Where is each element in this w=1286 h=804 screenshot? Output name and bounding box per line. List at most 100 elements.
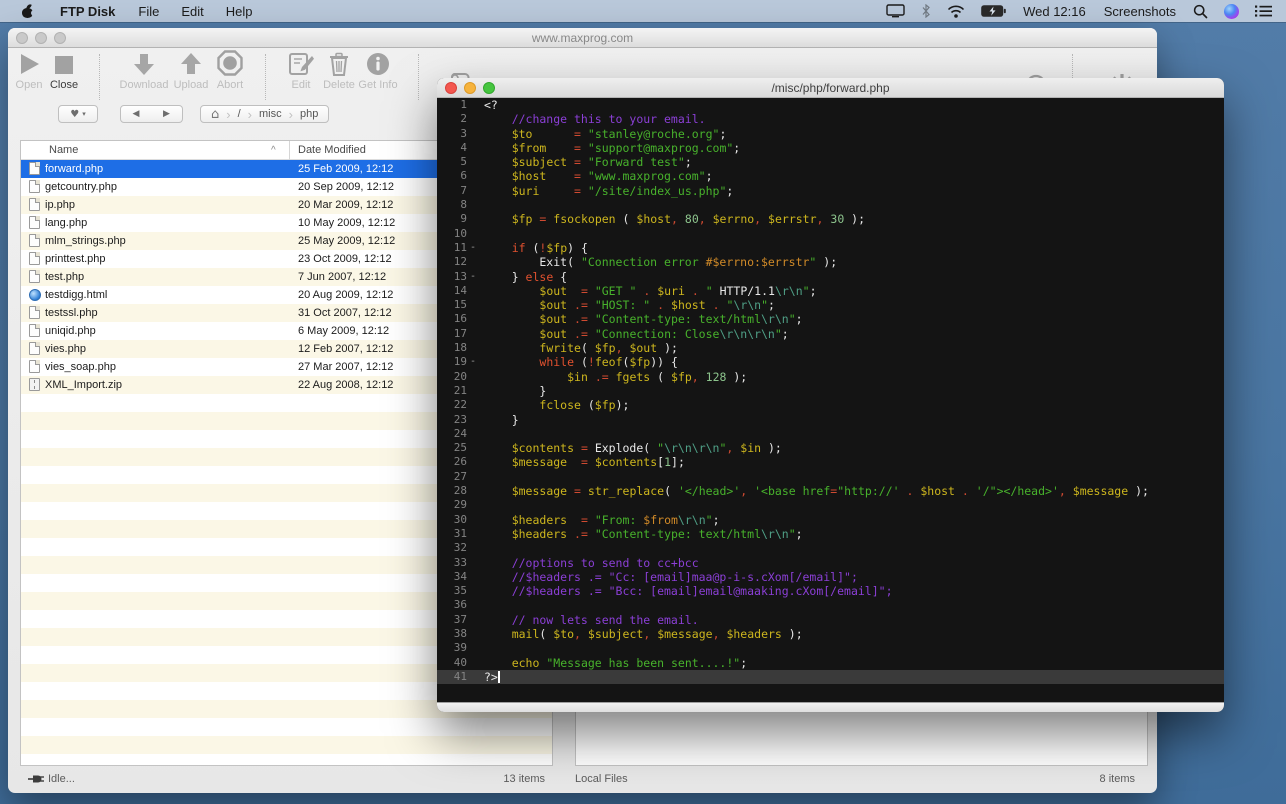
code-line[interactable]: 14 $out = "GET " . $uri . " HTTP/1.1\r\n… [437,284,1224,298]
code-line[interactable]: 10 [437,227,1224,241]
code-line[interactable]: 11- if (!$fp) { [437,241,1224,255]
code-line[interactable]: 36 [437,598,1224,612]
code-line[interactable]: 13- } else { [437,270,1224,284]
code-line[interactable]: 5 $subject = "Forward test"; [437,155,1224,169]
connection-plug-icon [28,774,45,787]
code-line[interactable]: 37 // now lets send the email. [437,613,1224,627]
line-number: 25 [437,441,467,455]
line-number: 2 [437,112,467,126]
line-number: 32 [437,541,467,555]
code-text: $uri = "/site/index_us.php"; [484,184,733,198]
line-number: 1 [437,98,467,112]
code-line[interactable]: 22 fclose ($fp); [437,398,1224,412]
code-line[interactable]: 31 $headers .= "Content-type: text/html\… [437,527,1224,541]
php-file-icon [29,162,40,175]
code-line[interactable]: 38 mail( $to, $subject, $message, $heade… [437,627,1224,641]
code-line[interactable]: 28 $message = str_replace( '</head>', '<… [437,484,1224,498]
breadcrumb-misc[interactable]: misc [259,108,282,120]
code-line[interactable]: 29 [437,498,1224,512]
abort-button[interactable]: Abort [202,48,258,91]
chevron-right-icon: › [219,107,237,122]
code-text: $out .= "Connection: Close\r\n\r\n"; [484,327,789,341]
code-line[interactable]: 7 $uri = "/site/index_us.php"; [437,184,1224,198]
notification-center-icon[interactable] [1247,0,1286,22]
spotlight-search-icon[interactable] [1185,0,1216,22]
favorites-button[interactable]: ♥▾ [58,105,98,123]
code-line[interactable]: 40 echo "Message has been sent....!"; [437,656,1224,670]
code-text: mail( $to, $subject, $message, $headers … [484,627,803,641]
file-date-modified: 27 Mar 2007, 12:12 [298,361,393,373]
code-line[interactable]: 3 $to = "stanley@roche.org"; [437,127,1224,141]
code-line[interactable]: 16 $out .= "Content-type: text/html\r\n"… [437,312,1224,326]
code-line[interactable]: 33 //options to send to cc+bcc [437,556,1224,570]
line-number: 7 [437,184,467,198]
menu-file[interactable]: File [127,4,170,19]
menu-clock[interactable]: Wed 12:16 [1014,4,1095,19]
wifi-icon[interactable] [939,0,973,22]
forward-button[interactable]: ▶ [151,105,183,123]
code-line[interactable]: 12 Exit( "Connection error #$errno:$errs… [437,255,1224,269]
column-name[interactable]: Name [49,144,78,156]
code-text: //$headers .= "Bcc: [email]email@maaking… [484,584,893,598]
editor-titlebar[interactable]: /misc/php/forward.php [437,78,1224,98]
code-line[interactable]: 35 //$headers .= "Bcc: [email]email@maak… [437,584,1224,598]
code-line[interactable]: 32 [437,541,1224,555]
code-line[interactable]: 21 } [437,384,1224,398]
line-number: 40 [437,656,467,670]
apple-menu-icon[interactable] [21,5,34,18]
ftp-titlebar[interactable]: www.maxprog.com [8,28,1157,48]
code-line[interactable]: 15 $out .= "HOST: " . $host . "\r\n"; [437,298,1224,312]
battery-icon[interactable] [973,0,1014,22]
ftp-window-title: www.maxprog.com [8,31,1157,45]
code-line[interactable]: 26 $message = $contents[1]; [437,455,1224,469]
code-editor-area[interactable]: 1<?2 //change this to your email.3 $to =… [437,98,1224,702]
fold-marker-icon[interactable]: - [470,270,476,284]
code-line[interactable]: 23 } [437,413,1224,427]
file-date-modified: 25 Feb 2009, 12:12 [298,163,393,175]
local-files-label: Local Files [575,773,628,785]
chevron-right-icon: › [282,107,300,122]
code-line[interactable]: 2 //change this to your email. [437,112,1224,126]
siri-icon[interactable] [1216,0,1247,22]
code-line[interactable]: 34 //$headers .= "Cc: [email]maa@p-i-s.c… [437,570,1224,584]
code-text: ?> [484,670,500,684]
code-text: $in .= fgets ( $fp, 128 ); [484,370,747,384]
column-divider[interactable] [289,141,290,160]
code-line[interactable]: 6 $host = "www.maxprog.com"; [437,169,1224,183]
code-line[interactable]: 19- while (!feof($fp)) { [437,355,1224,369]
menu-help[interactable]: Help [215,4,264,19]
home-icon[interactable]: ⌂ [211,107,219,122]
code-line[interactable]: 4 $from = "support@maxprog.com"; [437,141,1224,155]
get-info-button[interactable]: Get Info [350,48,406,91]
code-line[interactable]: 41?> [437,670,1224,684]
line-number: 22 [437,398,467,412]
bluetooth-icon[interactable] [913,0,939,22]
php-file-icon [29,324,40,337]
code-line[interactable]: 25 $contents = Explode( "\r\n\r\n", $in … [437,441,1224,455]
remote-items-count: 13 items [503,773,545,785]
breadcrumb-php[interactable]: php [300,108,318,120]
fold-marker-icon[interactable]: - [470,355,476,369]
sort-ascending-icon[interactable]: ^ [271,145,276,156]
code-line[interactable]: 27 [437,470,1224,484]
column-date-modified[interactable]: Date Modified [298,144,366,156]
code-line[interactable]: 24 [437,427,1224,441]
code-line[interactable]: 39 [437,641,1224,655]
code-line[interactable]: 30 $headers = "From: $from\r\n"; [437,513,1224,527]
app-menu[interactable]: FTP Disk [48,4,127,19]
menu-screenshots[interactable]: Screenshots [1095,4,1185,19]
code-line[interactable]: 9 $fp = fsockopen ( $host, 80, $errno, $… [437,212,1224,226]
fold-marker-icon[interactable]: - [470,241,476,255]
code-line[interactable]: 1<? [437,98,1224,112]
file-date-modified: 20 Sep 2009, 12:12 [298,181,394,193]
code-line[interactable]: 8 [437,198,1224,212]
menu-edit[interactable]: Edit [170,4,214,19]
file-date-modified: 12 Feb 2007, 12:12 [298,343,393,355]
close-button[interactable]: Close [36,48,92,91]
code-line[interactable]: 17 $out .= "Connection: Close\r\n\r\n"; [437,327,1224,341]
code-line[interactable]: 18 fwrite( $fp, $out ); [437,341,1224,355]
file-date-modified: 20 Mar 2009, 12:12 [298,199,393,211]
display-icon[interactable] [878,0,913,22]
code-line[interactable]: 20 $in .= fgets ( $fp, 128 ); [437,370,1224,384]
back-button[interactable]: ◀ [120,105,152,123]
